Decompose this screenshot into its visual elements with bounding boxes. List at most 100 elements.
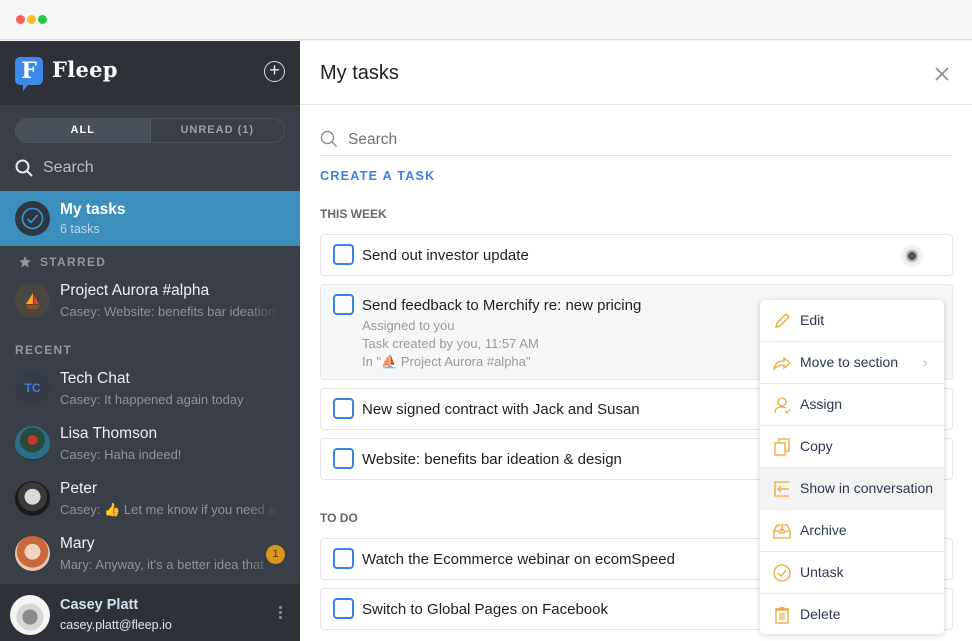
- star-icon: [19, 256, 31, 268]
- archive-icon: [773, 524, 791, 539]
- conversation-name: Peter: [60, 480, 98, 497]
- task-checkbox[interactable]: [333, 244, 354, 265]
- avatar: [15, 536, 50, 571]
- close-icon: [935, 67, 949, 81]
- task-title: Send feedback to Merchify re: new pricin…: [362, 297, 642, 314]
- menu-item-label: Archive: [800, 522, 847, 538]
- task-search-input[interactable]: Search: [320, 130, 952, 156]
- show-in-conversation-icon: [774, 481, 789, 497]
- brand-name: Fleep: [52, 57, 118, 82]
- check-circle-icon: [15, 201, 50, 236]
- menu-item-delete[interactable]: Delete: [760, 594, 944, 634]
- menu-item-untask[interactable]: Untask: [760, 552, 944, 594]
- conversation-name: Tech Chat: [60, 370, 130, 387]
- task-title: Watch the Ecommerce webinar on ecomSpeed: [362, 551, 675, 568]
- conversation-preview: Casey: It happened again today: [60, 392, 278, 407]
- conversation-preview: Casey: Haha indeed!: [60, 447, 278, 462]
- user-name: Casey Platt: [60, 597, 139, 613]
- menu-item-assign[interactable]: Assign: [760, 384, 944, 426]
- app-window: F Fleep + ALL UNREAD (1) Search My tasks…: [0, 0, 972, 641]
- kebab-icon[interactable]: [279, 606, 283, 622]
- menu-item-archive[interactable]: Archive: [760, 510, 944, 552]
- task-created: Task created by you, 11:57 AM: [362, 336, 539, 351]
- window-maximize-button[interactable]: [38, 15, 47, 24]
- conversation-preview: Casey: Website: benefits bar ideation & …: [60, 304, 278, 319]
- menu-item-label: Assign: [800, 396, 843, 412]
- sidebar-search-placeholder: Search: [43, 159, 94, 176]
- sidebar-item-my-tasks[interactable]: My tasks 6 tasks: [0, 191, 300, 246]
- task-checkbox[interactable]: [333, 398, 354, 419]
- conversation-mary[interactable]: Mary Mary: Anyway, it's a better idea th…: [0, 526, 300, 581]
- page-title: My tasks: [320, 62, 399, 84]
- user-avatar[interactable]: [10, 595, 50, 635]
- conversation-peter[interactable]: Peter Casey: 👍 Let me know if you need a…: [0, 471, 300, 526]
- menu-item-show-in-conversation[interactable]: Show in conversation: [760, 468, 944, 510]
- assignee-avatar[interactable]: [901, 245, 923, 267]
- task-title: Switch to Global Pages on Facebook: [362, 601, 608, 618]
- window-minimize-button[interactable]: [27, 15, 36, 24]
- task-checkbox[interactable]: [333, 448, 354, 469]
- sidebar-search[interactable]: Search: [15, 157, 94, 179]
- trash-icon: [775, 607, 789, 624]
- conversation-project-aurora[interactable]: Project Aurora #alpha Casey: Website: be…: [0, 273, 300, 328]
- filter-all-tab[interactable]: ALL: [16, 119, 150, 142]
- conversation-preview: Casey: 👍 Let me know if you need any hel…: [60, 502, 278, 518]
- group-label-this-week: THIS WEEK: [320, 207, 387, 221]
- task-context-menu: Edit Move to section › Assign Copy Show …: [760, 300, 944, 634]
- conversation-tech-chat[interactable]: TC Tech Chat Casey: It happened again to…: [0, 361, 300, 416]
- plus-circle-icon: +: [269, 60, 280, 80]
- close-button[interactable]: [933, 65, 951, 83]
- my-tasks-title: My tasks: [60, 201, 126, 218]
- menu-item-label: Untask: [800, 564, 844, 580]
- task-checkbox[interactable]: [333, 294, 354, 315]
- user-email: casey.platt@fleep.io: [60, 618, 172, 632]
- task-item[interactable]: Send out investor update: [320, 234, 953, 276]
- task-conversation-link[interactable]: In "⛵ Project Aurora #alpha": [362, 354, 531, 370]
- recent-section-label: RECENT: [15, 343, 73, 357]
- group-label-to-do: TO DO: [320, 511, 358, 525]
- copy-icon: [774, 438, 790, 456]
- menu-item-label: Copy: [800, 438, 833, 454]
- menu-item-label: Show in conversation: [800, 480, 934, 496]
- task-checkbox[interactable]: [333, 598, 354, 619]
- new-conversation-button[interactable]: +: [264, 61, 285, 82]
- conversation-filter: ALL UNREAD (1): [15, 118, 285, 143]
- task-title: Website: benefits bar ideation & design: [362, 451, 622, 468]
- menu-item-edit[interactable]: Edit: [760, 300, 944, 342]
- menu-item-move-to-section[interactable]: Move to section ›: [760, 342, 944, 384]
- task-search-placeholder: Search: [348, 131, 398, 148]
- search-icon: [15, 159, 33, 177]
- task-checkbox[interactable]: [333, 548, 354, 569]
- starred-section-label: STARRED: [18, 255, 106, 269]
- conversation-name: Mary: [60, 535, 95, 552]
- untask-icon: [773, 564, 791, 582]
- menu-item-label: Move to section: [800, 354, 899, 370]
- sidebar-header: F Fleep +: [0, 41, 300, 105]
- unread-badge: 1: [266, 545, 285, 564]
- conversation-name: Project Aurora #alpha: [60, 282, 210, 299]
- conversation-lisa-thomson[interactable]: Lisa Thomson Casey: Haha indeed!: [0, 416, 300, 471]
- avatar: [15, 481, 50, 516]
- conversation-name: Lisa Thomson: [60, 425, 158, 442]
- fleep-logo-icon: F: [15, 57, 43, 91]
- conversation-preview: Mary: Anyway, it's a better idea that: [60, 557, 278, 572]
- my-tasks-count: 6 tasks: [60, 222, 100, 236]
- filter-unread-tab[interactable]: UNREAD (1): [149, 119, 285, 142]
- title-bar: [0, 0, 972, 40]
- window-close-button[interactable]: [16, 15, 25, 24]
- chevron-right-icon: ›: [923, 355, 928, 370]
- avatar: [15, 426, 50, 461]
- user-icon: [774, 397, 791, 414]
- menu-item-copy[interactable]: Copy: [760, 426, 944, 468]
- starred-label-text: STARRED: [40, 255, 107, 269]
- sidebar: F Fleep + ALL UNREAD (1) Search My tasks…: [0, 41, 300, 641]
- task-assigned: Assigned to you: [362, 318, 455, 333]
- task-title: Send out investor update: [362, 247, 529, 264]
- avatar: TC: [15, 371, 50, 406]
- share-arrow-icon: [773, 356, 792, 371]
- pencil-icon: [775, 313, 790, 328]
- menu-item-label: Delete: [800, 606, 841, 622]
- create-task-link[interactable]: CREATE A TASK: [320, 169, 436, 183]
- panel-header: My tasks: [300, 41, 972, 105]
- current-user: Casey Platt casey.platt@fleep.io: [0, 584, 300, 641]
